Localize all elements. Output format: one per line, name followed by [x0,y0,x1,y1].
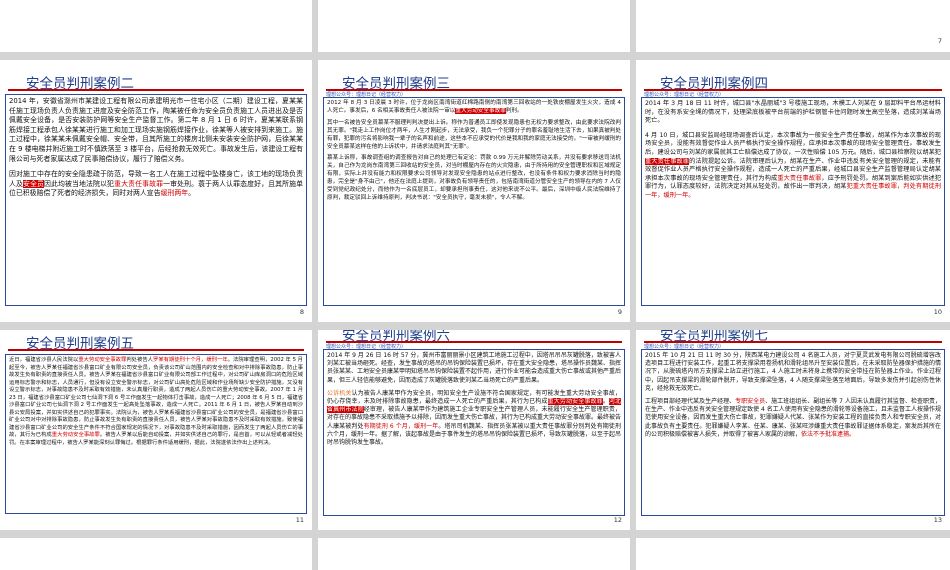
case-paragraph-2: 工程项目部经理代某及生产经理、专职安全员、施工班组组长、副组长等 7 人因未认真… [645,398,941,438]
slide-bottom-left [0,538,312,570]
page-number: 8 [299,308,304,316]
case-paragraph-2: 4 月 10 日，城口县安监局经现场调查后认定，本次事故为一般安全生产责任事故，… [645,131,942,199]
case-text-box: 2014 年，安徽省滁州市某建设工程有限公司承建明光市一住宅小区（二期）建设工程… [5,94,307,306]
page-number: 13 [933,516,942,524]
title-underline [8,349,304,351]
case-paragraph-1: 2012 年 8 月 3 日凌晨 3 时许，位于龙岗区南湾街道红棉路南侧的南湾第… [327,100,621,114]
page-number: 7 [937,37,942,45]
page-number: 12 [613,516,622,524]
slide-bottom-right [636,538,950,570]
case-text-box: 2014 年 3 月 18 日 11 时许，城口县"水晶丽城"3 号楼施工现场，… [641,97,945,306]
slide-top-middle [318,0,630,52]
case-paragraph-1: 2014 年，安徽省滁州市某建设工程有限公司承建明光市一住宅小区（二期）建设工程… [9,97,303,163]
case-text-box: 近日，福建省沙县人民法院以重大劳动安全事故罪判处被告人罗某有期徒刑十个月，缓刑一… [5,354,307,514]
case-paragraph-1: 2014 年 3 月 18 日 11 时许，城口县"水晶丽城"3 号楼施工现场，… [645,100,941,125]
slide-case-7: 安全员判刑案例七 理想公众号：理想日记（经营权力） 2015 年 10 月 21… [636,330,950,530]
case-paragraph-2: 因对施工中存在的安全隐患疏于防范，导致一名工人在施工过程中坠楼身亡，该工地的现场… [9,170,304,198]
slide-bottom-middle [318,538,630,570]
slide-top-left [0,0,312,52]
case-paragraph-1: 近日，福建省沙县人民法院以重大劳动安全事故罪判处被告人罗某有期徒刑十个月，缓刑一… [9,357,303,446]
slide-case-6: 安全员判刑案例六 理想公众号：理想日记（经营权力） 2014 年 9 月 26 … [318,330,630,530]
slide-case-5: 安全员判刑案例五 近日，福建省沙县人民法院以重大劳动安全事故罪判处被告人罗某有期… [0,330,312,530]
case-paragraph-1: 2014 年 9 月 26 日 16 时 57 分，冀州市富丽丽景小区建筑工地施… [327,352,622,384]
title-underline [8,89,304,91]
case-text-box: 2014 年 9 月 26 日 16 时 57 分，冀州市富丽丽景小区建筑工地施… [323,349,625,516]
case-text-box: 2015 年 10 月 21 日 11 时 30 分，陕西某电力建设公司 4 名… [641,349,945,516]
page-number: 11 [295,516,304,524]
slide-case-3: 安全员判刑案例三 理想公众号：理想日记（经营权力） 2012 年 8 月 3 日… [318,60,630,322]
page-number: 9 [617,308,622,316]
slide-7-partial: 7 [636,0,950,52]
slide-case-4: 安全员判刑案例四 理想公众号：理想日记（经营权力） 2014 年 3 月 18 … [636,60,950,322]
case-paragraph-2: 公诉机关认为被告人康某甲作为安全员，明知安全生产设施不符合国家规定，有可能发生重… [327,389,622,447]
case-paragraph-2: 其中一名被告安全员慕某不服理判判决提出上诉。称作为普通员工即使发现隐患也无权力要… [327,119,621,150]
slide-case-2: 安全员判刑案例二 2014 年，安徽省滁州市某建设工程有限公司承建明光市一住宅小… [0,60,312,322]
case-text-box: 2012 年 8 月 3 日凌晨 3 时许，位于龙岗区南湾街道红棉路南侧的南湾第… [323,97,625,306]
case-paragraph-3: 慕某上诉称，事故调查组的调查报告对自己的处理已有定论：罚款 0.99 万元并解除… [327,155,621,201]
page-number: 10 [933,308,942,316]
case-paragraph-1: 2015 年 10 月 21 日 11 时 30 分，陕西某电力建设公司 4 名… [645,352,941,392]
